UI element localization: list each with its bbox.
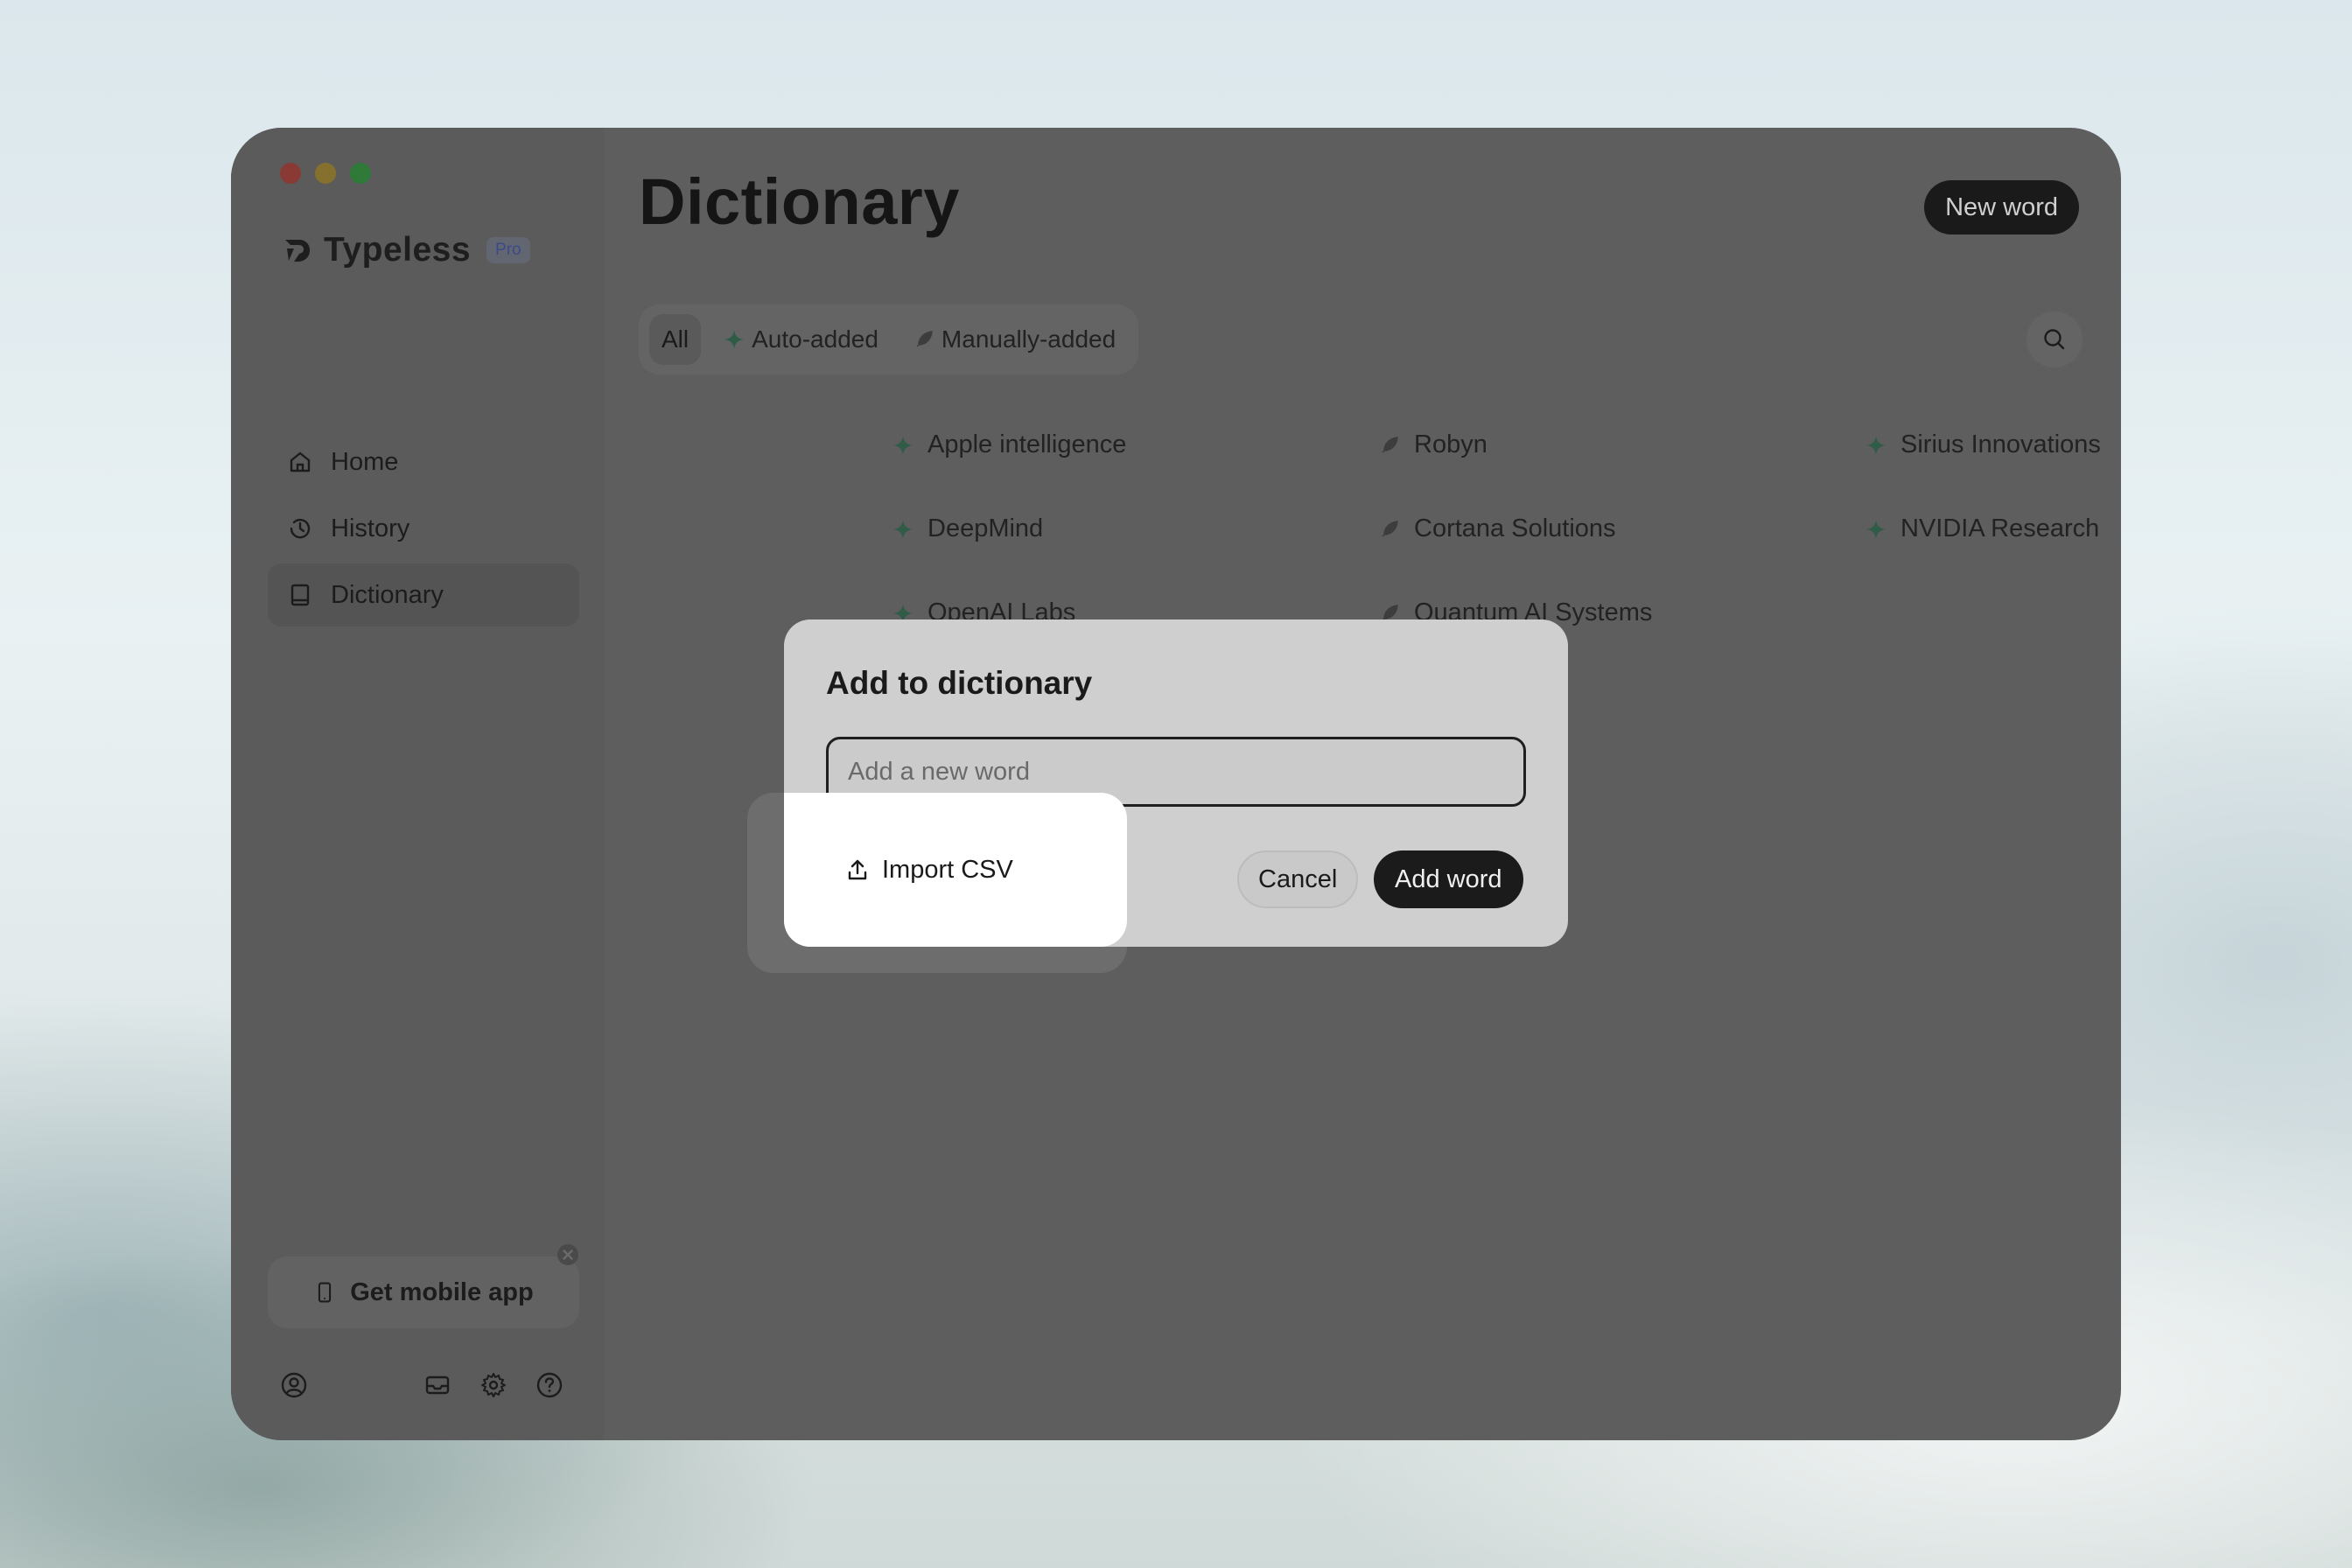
tab-all[interactable]: All <box>649 314 702 365</box>
list-item[interactable]: NVIDIA Research <box>1866 514 2099 543</box>
word-text: Cortana Solutions <box>1414 514 1616 542</box>
phone-icon <box>318 1282 332 1303</box>
feather-icon <box>1382 436 1398 453</box>
cancel-button[interactable]: Cancel <box>1237 850 1359 908</box>
dialog-title: Add to dictionary <box>826 665 1093 701</box>
tab-manually-added[interactable]: Manually-added <box>901 314 1128 365</box>
sidebar-item-label: Dictionary <box>331 580 444 609</box>
history-icon <box>290 518 311 539</box>
search-icon <box>2044 329 2065 350</box>
app-logo: Typeless Pro <box>282 231 530 270</box>
close-window-button[interactable] <box>280 163 301 184</box>
gear-icon[interactable] <box>480 1371 508 1399</box>
import-csv-label: Import CSV <box>882 855 1013 884</box>
list-item[interactable]: DeepMind <box>892 514 1043 543</box>
tab-auto-added[interactable]: Auto-added <box>711 314 891 365</box>
sidebar: Typeless Pro Home History Dictionary Get… <box>231 128 604 1440</box>
plan-badge: Pro <box>486 237 530 263</box>
sidebar-item-label: Home <box>331 447 399 476</box>
page-title: Dictionary <box>639 165 960 238</box>
word-text: Sirius Innovations <box>1900 430 2101 458</box>
word-text: NVIDIA Research <box>1900 514 2100 542</box>
add-word-button[interactable]: Add word <box>1374 850 1523 908</box>
zoom-window-button[interactable] <box>350 163 371 184</box>
app-name: Typeless <box>324 231 472 269</box>
list-item[interactable]: Robyn <box>1379 430 1488 459</box>
word-text: DeepMind <box>928 514 1044 542</box>
minimize-window-button[interactable] <box>315 163 336 184</box>
mail-icon[interactable] <box>424 1371 452 1399</box>
mobile-card-label: Get mobile app <box>350 1278 534 1306</box>
search-button[interactable] <box>2026 312 2082 368</box>
feather-icon <box>1382 520 1398 537</box>
tab-label: Manually-added <box>941 326 1116 353</box>
new-word-button[interactable]: New word <box>1924 180 2079 234</box>
sparkle-icon <box>724 330 745 349</box>
typeless-logo-icon <box>285 240 310 262</box>
upload-icon <box>848 859 867 880</box>
list-item[interactable]: Sirius Innovations <box>1866 430 2101 459</box>
get-mobile-app-button[interactable]: Get mobile app <box>268 1256 579 1328</box>
help-icon[interactable] <box>536 1371 564 1399</box>
sparkle-icon <box>1866 519 1886 539</box>
tab-label: Auto-added <box>752 326 878 353</box>
word-text: Robyn <box>1414 430 1488 458</box>
list-item[interactable]: Apple intelligence <box>892 430 1126 459</box>
sparkle-icon <box>1866 435 1886 455</box>
account-icon[interactable] <box>280 1371 308 1399</box>
filter-tabs: All Auto-added Manually-added <box>639 304 1139 374</box>
feather-icon <box>916 331 933 347</box>
home-icon <box>290 452 311 472</box>
word-text: Apple intelligence <box>928 430 1127 458</box>
tab-label: All <box>662 326 690 353</box>
sidebar-item-dictionary[interactable]: Dictionary <box>268 564 579 626</box>
book-icon <box>290 584 310 606</box>
sparkle-icon <box>893 519 913 539</box>
sparkle-icon <box>893 435 913 455</box>
list-item[interactable]: Cortana Solutions <box>1379 514 1616 543</box>
import-csv-button[interactable]: Import CSV <box>845 845 1013 894</box>
sidebar-item-history[interactable]: History <box>268 497 579 560</box>
sidebar-item-home[interactable]: Home <box>268 430 579 494</box>
sidebar-item-label: History <box>331 514 410 542</box>
close-icon[interactable] <box>556 1243 579 1266</box>
